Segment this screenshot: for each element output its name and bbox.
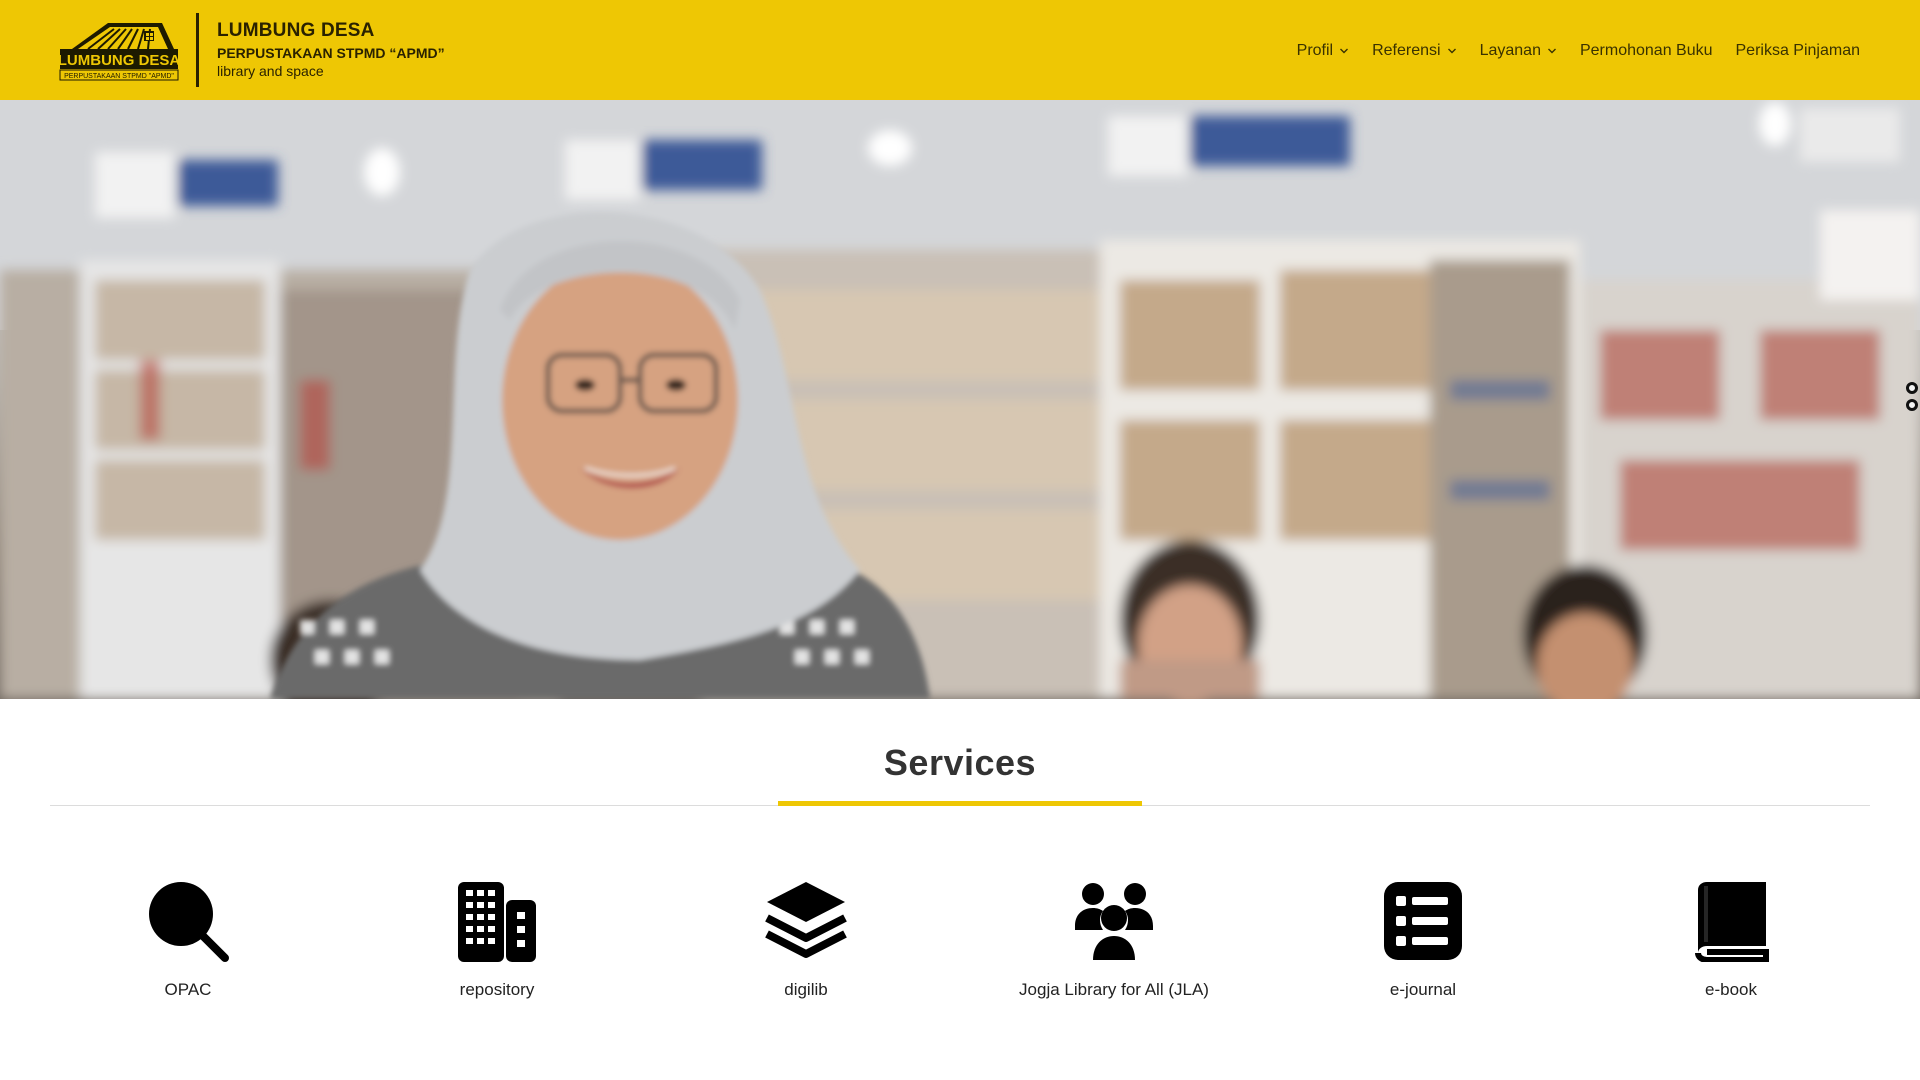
service-opac[interactable]: OPAC (58, 880, 318, 1020)
service-label: OPAC (164, 980, 212, 999)
service-jla[interactable]: Jogja Library for All (JLA) (984, 880, 1244, 1020)
site-subtitle: PERPUSTAKAAN STPMD “APMD” (217, 44, 445, 61)
nav-item-label: Periksa Pinjaman (1735, 42, 1861, 59)
nav-item-label: Referensi (1372, 42, 1441, 59)
service-e-journal[interactable]: e-journal (1293, 880, 1553, 1020)
brand[interactable]: LUMBUNG DESA PERPUSTAKAAN STPMD "APMD" L… (58, 0, 445, 100)
logo-image: LUMBUNG DESA PERPUSTAKAAN STPMD "APMD" (58, 23, 180, 81)
service-label: repository (459, 980, 535, 999)
nav-item-label: Layanan (1479, 42, 1541, 59)
nav-item-label: Profil (1296, 42, 1334, 59)
chevron-down-icon (1547, 48, 1556, 54)
carousel-dot[interactable] (1906, 399, 1918, 411)
logo-text: LUMBUNG DESA (58, 52, 180, 69)
service-label: e-journal (1389, 980, 1457, 999)
hero-carousel-indicator[interactable] (1906, 382, 1918, 411)
search-icon (149, 882, 229, 962)
hero-banner (0, 100, 1920, 699)
logo-subtext: PERPUSTAKAAN STPMD "APMD" (64, 73, 174, 80)
users-icon (1075, 883, 1153, 960)
brand-divider (196, 13, 199, 87)
list-icon (1384, 882, 1462, 960)
main-nav: Profil Referensi Layanan Permohonan Buku… (1297, 42, 1860, 60)
services-title-underline (778, 801, 1142, 806)
building-icon (458, 882, 536, 962)
service-label: e-book (1705, 980, 1757, 999)
services-title: Services (883, 742, 1037, 783)
site-header: LUMBUNG DESA PERPUSTAKAAN STPMD "APMD" L… (0, 0, 1920, 100)
service-label: Jogja Library for All (JLA) (1019, 980, 1209, 999)
service-e-book[interactable]: e-book (1601, 880, 1861, 1020)
logo[interactable]: LUMBUNG DESA PERPUSTAKAAN STPMD "APMD" (58, 19, 180, 81)
book-icon (1695, 882, 1769, 962)
chevron-down-icon (1340, 48, 1349, 54)
service-digilib[interactable]: digilib (676, 880, 936, 1020)
chevron-down-icon (1447, 48, 1456, 54)
nav-item-referensi[interactable]: Referensi (1372, 42, 1456, 60)
site-title: LUMBUNG DESA (217, 19, 375, 41)
service-repository[interactable]: repository (367, 880, 627, 1020)
service-label: digilib (784, 980, 828, 999)
carousel-dot[interactable] (1906, 382, 1918, 394)
site-tagline: library and space (217, 62, 324, 79)
nav-item-label: Permohonan Buku (1579, 42, 1713, 59)
brand-text: LUMBUNG DESA PERPUSTAKAAN STPMD “APMD” l… (217, 19, 445, 80)
nav-item-profil[interactable]: Profil (1297, 42, 1349, 60)
hero-image (0, 100, 1920, 699)
layers-icon (765, 882, 847, 958)
nav-item-permohonan-buku[interactable]: Permohonan Buku (1580, 42, 1713, 60)
nav-item-periksa-pinjaman[interactable]: Periksa Pinjaman (1736, 42, 1861, 60)
nav-item-layanan[interactable]: Layanan (1480, 42, 1557, 60)
